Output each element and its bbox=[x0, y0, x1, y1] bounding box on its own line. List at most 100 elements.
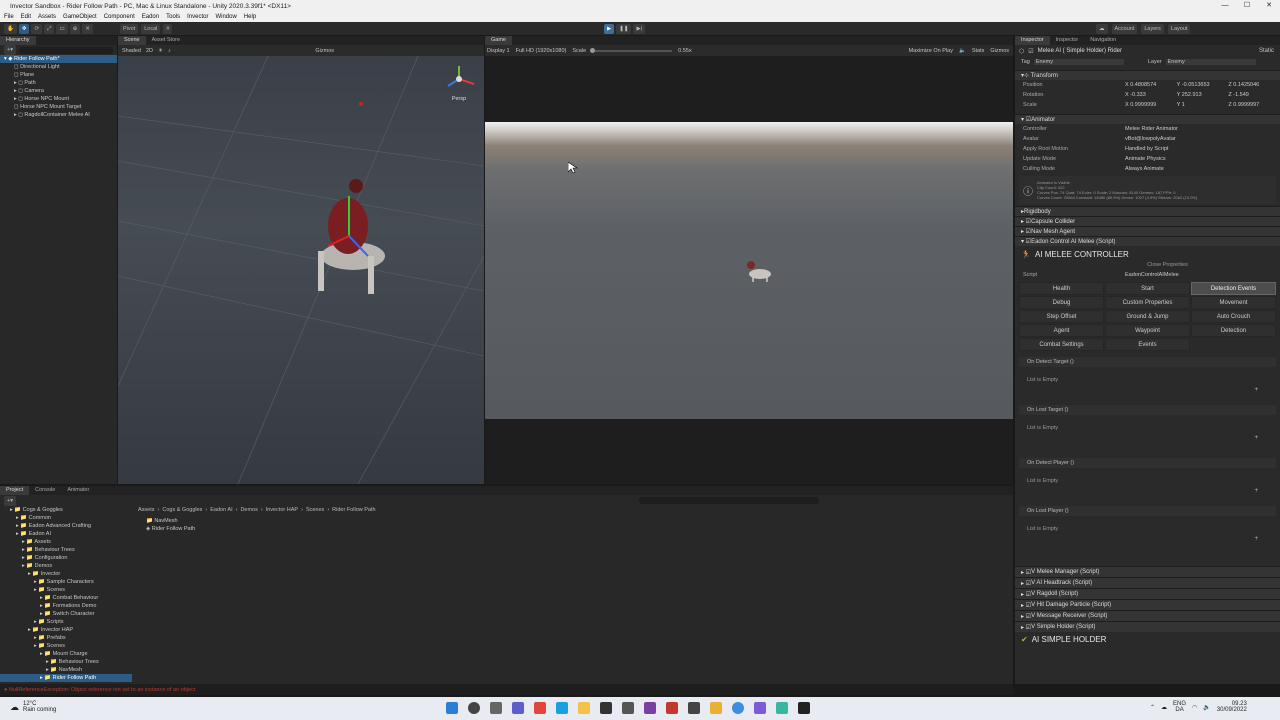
project-tree-item[interactable]: ▸ 📁 Cogs & Goggles bbox=[0, 506, 132, 514]
hand-tool-icon[interactable]: ✋ bbox=[4, 24, 17, 34]
gizmos-dropdown[interactable]: Gizmos bbox=[315, 48, 334, 54]
project-tree-item[interactable]: ▸ 📁 Invector bbox=[0, 570, 132, 578]
pause-button[interactable]: ❚❚ bbox=[616, 24, 632, 34]
menu-help[interactable]: Help bbox=[244, 14, 256, 20]
project-tree-item[interactable]: ▸ 📁 Eadon Advanced Crafting bbox=[0, 522, 132, 530]
task-view-icon[interactable] bbox=[490, 702, 502, 714]
position-x[interactable]: X 0.4808574 bbox=[1125, 82, 1177, 88]
script-header[interactable]: ▸ ☑ V Melee Manager (Script) bbox=[1015, 566, 1280, 577]
display-dropdown[interactable]: Display 1 bbox=[487, 48, 510, 54]
account-dropdown[interactable]: Account bbox=[1111, 24, 1138, 34]
search-icon[interactable] bbox=[468, 702, 480, 714]
rotation-x[interactable]: X -0.333 bbox=[1125, 92, 1177, 98]
animator-row[interactable]: Avatar vBot@lowpolyAvatar bbox=[1015, 134, 1280, 144]
tab-asset-store[interactable]: Asset Store bbox=[146, 36, 186, 45]
hierarchy-item[interactable]: ◻ Horse NPC Mount Target bbox=[0, 103, 117, 111]
volume-icon[interactable]: 🔈 bbox=[1203, 704, 1210, 711]
event-add-icon[interactable]: + bbox=[1019, 385, 1276, 395]
maximize-on-play-toggle[interactable]: Maximize On Play bbox=[909, 48, 953, 54]
menu-gameobject[interactable]: GameObject bbox=[63, 14, 97, 20]
wifi-icon[interactable]: ◠ bbox=[1192, 704, 1197, 711]
grid-snap-icon[interactable]: # bbox=[163, 24, 173, 34]
animator-header[interactable]: ▾ ☑ Animator bbox=[1015, 114, 1280, 124]
breadcrumb-item[interactable]: Rider Follow Path bbox=[332, 507, 375, 513]
breadcrumb-item[interactable]: Scenes bbox=[306, 507, 324, 513]
event-add-icon[interactable]: + bbox=[1019, 486, 1276, 496]
object-name-field[interactable]: Melee AI ( Simple Holder) Rider bbox=[1038, 48, 1122, 54]
waypoint-button[interactable]: Waypoint bbox=[1105, 324, 1190, 337]
minimize-button[interactable]: — bbox=[1214, 0, 1236, 12]
tab-animator[interactable]: Animator bbox=[61, 486, 95, 495]
unity-icon[interactable] bbox=[798, 702, 810, 714]
rotation-z[interactable]: Z -1.549 bbox=[1228, 92, 1280, 98]
tab-scene[interactable]: Scene bbox=[118, 36, 146, 45]
breadcrumb-item[interactable]: Invector HAP bbox=[266, 507, 298, 513]
chat-icon[interactable] bbox=[512, 702, 524, 714]
weather-widget[interactable]: ☁ 12°C Rain coming bbox=[10, 701, 56, 713]
move-tool-icon[interactable]: ✥ bbox=[18, 24, 30, 34]
component-header[interactable]: ▸ ☑ Nav Mesh Agent bbox=[1015, 226, 1280, 236]
hierarchy-item[interactable]: ◻ Plane bbox=[0, 71, 117, 79]
tab-navigation[interactable]: Navigation bbox=[1084, 36, 1122, 45]
project-tree-item[interactable]: ▸ 📁 Formations Demo bbox=[0, 602, 132, 610]
play-button[interactable]: ▶ bbox=[604, 24, 615, 34]
transform-header[interactable]: ▾ ⊹ Transform bbox=[1015, 70, 1280, 80]
local-button[interactable]: Local bbox=[141, 24, 161, 34]
create-icon[interactable]: +▾ bbox=[4, 495, 16, 506]
project-tree-item[interactable]: ▸ 📁 NavMesh bbox=[0, 666, 132, 674]
rotate-tool-icon[interactable]: ⟳ bbox=[31, 24, 43, 34]
animator-row[interactable]: Culling Mode Always Animate bbox=[1015, 164, 1280, 174]
app-icon[interactable] bbox=[622, 702, 634, 714]
project-tree-item[interactable]: ▸ 📁 Configuration bbox=[0, 554, 132, 562]
scale-z[interactable]: Z 0.9999997 bbox=[1228, 102, 1280, 108]
hierarchy-item[interactable]: ◻ Directional Light bbox=[0, 63, 117, 71]
game-gizmos-dropdown[interactable]: Gizmos bbox=[990, 48, 1009, 54]
project-tree-item[interactable]: ▸ 📁 Mount Charge bbox=[0, 650, 132, 658]
custom-tool-icon[interactable]: ✕ bbox=[82, 24, 93, 34]
script-header[interactable]: ▸ ☑ V AI Headtrack (Script) bbox=[1015, 577, 1280, 588]
rect-tool-icon[interactable]: ▭ bbox=[56, 24, 68, 34]
agent-button[interactable]: Agent bbox=[1019, 324, 1104, 337]
menu-file[interactable]: File bbox=[4, 14, 14, 20]
menu-invector[interactable]: Invector bbox=[187, 14, 208, 20]
position-y[interactable]: Y -0.0513653 bbox=[1177, 82, 1229, 88]
tab-inspector-2[interactable]: Inspector bbox=[1050, 36, 1085, 45]
scale-tool-icon[interactable]: ⤢ bbox=[44, 24, 55, 34]
movement-button[interactable]: Movement bbox=[1191, 296, 1276, 309]
animator-row[interactable]: Apply Root Motion Handled by Script bbox=[1015, 144, 1280, 154]
project-tree-item[interactable]: ▸ 📁 Scenes bbox=[0, 642, 132, 650]
file-item[interactable]: ◈ Rider Follow Path bbox=[146, 525, 195, 533]
tab-game[interactable]: Game bbox=[485, 36, 512, 45]
breadcrumb-item[interactable]: Assets bbox=[138, 507, 155, 513]
project-tree-item[interactable]: ▸ 📁 Scenes bbox=[0, 586, 132, 594]
app-icon[interactable] bbox=[600, 702, 612, 714]
start-button[interactable]: Start bbox=[1105, 282, 1190, 295]
auto-crouch-button[interactable]: Auto Crouch bbox=[1191, 310, 1276, 323]
scale-x[interactable]: X 0.9999999 bbox=[1125, 102, 1177, 108]
stats-toggle[interactable]: Stats bbox=[972, 48, 985, 54]
component-header[interactable]: ▸ Rigidbody bbox=[1015, 206, 1280, 216]
close-button[interactable]: ✕ bbox=[1258, 0, 1280, 12]
animator-row[interactable]: Controller Melee Rider Animator bbox=[1015, 124, 1280, 134]
project-tree-item[interactable]: ▸ 📁 Behaviour Trees bbox=[0, 658, 132, 666]
tab-inspector[interactable]: Inspector bbox=[1015, 36, 1050, 45]
chrome-icon[interactable] bbox=[732, 702, 744, 714]
event-add-icon[interactable]: + bbox=[1019, 534, 1276, 544]
component-header[interactable]: ▾ ☑ Eadon Control AI Melee (Script) bbox=[1015, 236, 1280, 246]
project-tree-item[interactable]: ▸ 📁 Switch Character bbox=[0, 610, 132, 618]
health-button[interactable]: Health bbox=[1019, 282, 1104, 295]
menu-assets[interactable]: Assets bbox=[38, 14, 56, 20]
language-indicator[interactable]: ENG DA bbox=[1173, 701, 1186, 713]
shading-dropdown[interactable]: Shaded bbox=[122, 48, 141, 54]
game-viewport[interactable] bbox=[485, 122, 1013, 419]
script-header[interactable]: ▸ ☑ V Hit Damage Particle (Script) bbox=[1015, 599, 1280, 610]
status-bar[interactable]: ● NullReferenceException: Object referen… bbox=[0, 684, 1013, 695]
events-button[interactable]: Events bbox=[1105, 338, 1190, 351]
event-add-icon[interactable]: + bbox=[1019, 433, 1276, 443]
tray-chevron-icon[interactable]: ⌃ bbox=[1150, 704, 1155, 711]
project-tree-item[interactable]: ▸ 📁 Sample Characters bbox=[0, 578, 132, 586]
combat-settings-button[interactable]: Combat Settings bbox=[1019, 338, 1104, 351]
scene-viewport[interactable]: Persp bbox=[118, 56, 484, 484]
custom-properties-button[interactable]: Custom Properties bbox=[1105, 296, 1190, 309]
scale-y[interactable]: Y 1 bbox=[1177, 102, 1229, 108]
